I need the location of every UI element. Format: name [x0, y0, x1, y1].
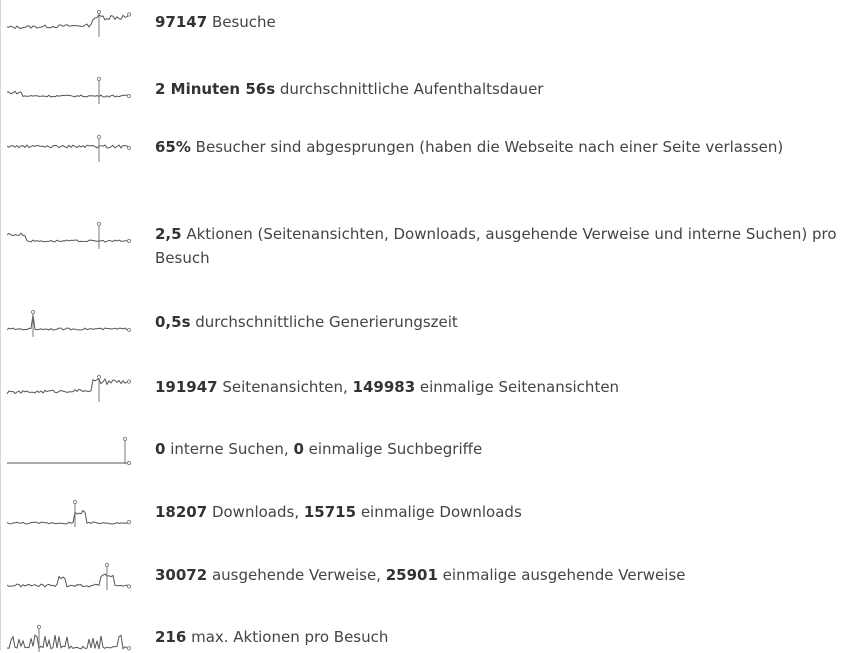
sparkline-visits[interactable]	[6, 9, 132, 38]
stat-label: Besucher sind abgesprungen (haben die We…	[190, 138, 784, 156]
stat-value: 0	[155, 440, 166, 458]
stat-row-visits: 97147 Besuche	[0, 9, 845, 38]
stat-value: 30072	[155, 566, 208, 584]
stat-label: Aktionen (Seitenansichten, Downloads, au…	[155, 225, 837, 267]
stat-value: 149983	[352, 378, 416, 396]
sparkline-max-actions[interactable]	[6, 624, 132, 653]
stat-value: 0,5s	[155, 313, 191, 331]
stat-row-actions-per-visit: 2,5 Aktionen (Seitenansichten, Downloads…	[0, 221, 845, 270]
stat-row-bounce-rate: 65% Besucher sind abgesprungen (haben di…	[0, 134, 845, 163]
stat-label: einmalige Seitenansichten	[415, 378, 620, 396]
stat-label: Downloads,	[207, 503, 304, 521]
stat-label: einmalige ausgehende Verweise	[437, 566, 686, 584]
sparkline-bounce-rate[interactable]	[6, 134, 132, 163]
stat-value: 0	[293, 440, 304, 458]
stat-value: 65%	[155, 138, 191, 156]
stat-value: 2,5	[155, 225, 182, 243]
sparkline-avg-time-on-site[interactable]	[6, 76, 132, 105]
stat-label: durchschnittliche Generierungszeit	[190, 313, 458, 331]
sparkline-generation-time[interactable]	[6, 309, 132, 338]
stat-label: interne Suchen,	[165, 440, 294, 458]
stat-value: 216	[155, 628, 187, 646]
stat-label: einmalige Suchbegriffe	[303, 440, 483, 458]
stat-value: 97147	[155, 13, 208, 31]
stat-row-avg-time-on-site: 2 Minuten 56s durchschnittliche Aufentha…	[0, 76, 845, 105]
stat-value: 15715	[303, 503, 357, 521]
stat-row-downloads: 18207 Downloads, 15715 einmalige Downloa…	[0, 499, 845, 528]
stat-label: ausgehende Verweise,	[207, 566, 386, 584]
stat-row-site-searches: 0 interne Suchen, 0 einmalige Suchbegrif…	[0, 436, 845, 466]
stat-row-max-actions: 216 max. Aktionen pro Besuch	[0, 624, 845, 653]
sparkline-downloads[interactable]	[6, 499, 132, 528]
stat-value: 2 Minuten 56s	[155, 80, 276, 98]
stat-value: 25901	[385, 566, 438, 584]
stat-label: durchschnittliche Aufenthaltsdauer	[275, 80, 544, 98]
stat-label: einmalige Downloads	[356, 503, 522, 521]
stat-row-outlinks: 30072 ausgehende Verweise, 25901 einmali…	[0, 562, 845, 591]
sparkline-pageviews[interactable]	[6, 374, 132, 403]
stat-row-pageviews: 191947 Seitenansichten, 149983 einmalige…	[0, 374, 845, 403]
stat-row-generation-time: 0,5s durchschnittliche Generierungszeit	[0, 309, 845, 338]
stat-label: Besuche	[207, 13, 276, 31]
stat-label: max. Aktionen pro Besuch	[186, 628, 389, 646]
stat-value: 18207	[155, 503, 208, 521]
stat-label: Seitenansichten,	[217, 378, 353, 396]
sparkline-outlinks[interactable]	[6, 562, 132, 591]
stat-value: 191947	[155, 378, 218, 396]
sparkline-site-searches[interactable]	[7, 436, 132, 466]
sparkline-actions-per-visit[interactable]	[6, 221, 132, 250]
